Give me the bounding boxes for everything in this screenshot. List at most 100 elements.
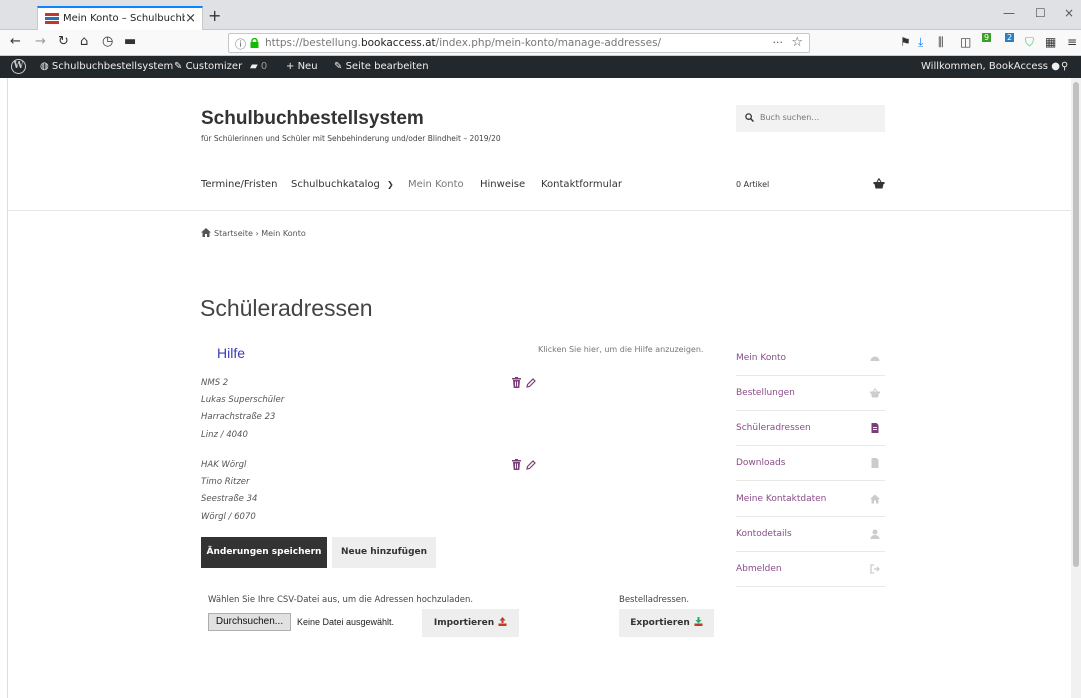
dashboard-gauge-icon: ◍ [40,61,49,72]
site-description: für Schülerinnen und Schüler mit Sehbehi… [201,134,501,143]
account-nav-label: Bestellungen [736,388,795,398]
shield-icon[interactable]: ⛉ [1025,35,1034,50]
nav-item-kontaktformular[interactable]: Kontaktformular [541,179,622,190]
reader-icon[interactable]: ⚑ [900,35,911,49]
page-title: Schüleradressen [200,295,373,321]
breadcrumb-separator: › [255,229,259,238]
library-icon[interactable]: ▬ [124,34,136,49]
file-browse-button[interactable]: Durchsuchen... [208,613,291,631]
account-nav-label: Abmelden [736,564,782,574]
csv-upload-label: Wählen Sie Ihre CSV-Datei aus, um die Ad… [208,595,474,605]
reload-icon[interactable]: ↻ [58,34,69,49]
nav-item-schulbuchkatalog-label: Schulbuchkatalog [291,179,380,190]
new-tab-icon[interactable]: + [208,6,221,25]
admin-site-link[interactable]: ◍ Schulbuchbestellsystem [40,61,173,72]
admin-site-name: Schulbuchbestellsystem [51,61,174,72]
browser-toolbar: ← → ↻ ⌂ ◷ ▬ ⓘ https://bestellung.bookacc… [0,30,1081,56]
extension-badge-green[interactable]: 9 [982,33,992,42]
admin-customizer-link[interactable]: ✎ Customizer [174,61,242,72]
url-path: /index.php/mein-konto/manage-addresses/ [435,37,662,49]
menu-icon[interactable]: ≡ [1067,35,1077,49]
nav-item-mein-konto[interactable]: Mein Konto [408,179,464,190]
breadcrumb-current: Mein Konto [261,229,306,238]
file-icon [871,458,879,468]
nav-item-schulbuchkatalog[interactable]: Schulbuchkatalog ❯ [291,179,394,190]
account-nav-contact-data[interactable]: Meine Kontaktdaten [736,482,885,517]
forward-icon[interactable]: → [35,34,46,49]
search-input[interactable]: Buch suchen… [736,105,885,132]
admin-greeting: Willkommen, BookAccess [921,61,1049,72]
tab-close-icon[interactable]: × [185,11,196,26]
account-nav-label: Downloads [736,458,786,468]
admin-account-link[interactable]: Willkommen, BookAccess ● [921,61,1060,72]
header-divider [8,210,1071,211]
history-icon[interactable]: ◷ [102,34,113,49]
home-icon[interactable]: ⌂ [80,34,88,49]
browser-tab[interactable]: Mein Konto – Schulbuchbestell × [37,6,203,30]
pencil-icon: ✎ [334,61,343,72]
wp-admin-bar: W ◍ Schulbuchbestellsystem ✎ Customizer … [0,56,1081,78]
plus-icon: + [286,61,295,72]
page-scrollbar-thumb[interactable] [1073,82,1079,567]
admin-comments-count: 0 [260,61,268,72]
extension-badge-blue[interactable]: 2 [1005,33,1015,42]
address-city: Wörgl / 6070 [201,512,256,522]
address-street: Harrachstraße 23 [201,412,276,422]
sidebar-icon[interactable]: ◫ [960,35,971,49]
extensions-icon[interactable]: ▦ [1045,35,1056,49]
window-close-icon[interactable]: × [1064,6,1074,20]
url-domain: bookaccess.at [360,37,436,49]
comment-icon: ▰ [250,61,258,72]
basket-icon [870,388,880,398]
cart-count[interactable]: 0 Artikel [736,180,769,189]
add-address-button[interactable]: Neue hinzufügen [332,537,436,568]
basket-icon[interactable] [873,178,885,189]
lock-icon[interactable] [250,38,259,48]
admin-new-link[interactable]: + Neu [286,61,318,72]
page-left-border [7,78,8,698]
trash-icon[interactable] [512,377,521,388]
breadcrumb-home[interactable]: Startseite [214,229,253,238]
tab-title: Mein Konto – Schulbuchbestell [63,13,185,24]
back-icon[interactable]: ← [10,34,21,49]
admin-edit-page-link[interactable]: ✎ Seite bearbeiten [334,61,429,72]
account-nav-label: Meine Kontaktdaten [736,494,827,504]
save-changes-button[interactable]: Änderungen speichern [201,537,327,568]
wordpress-logo-icon[interactable]: W [11,59,26,74]
admin-edit-page-label: Seite bearbeiten [345,61,429,72]
export-button[interactable]: Exportieren [619,609,714,637]
import-button[interactable]: Importieren [422,609,519,637]
admin-comments-link[interactable]: ▰ 0 [250,61,267,72]
admin-search-icon[interactable]: ⚲ [1061,61,1068,72]
url-bar[interactable]: ⓘ https://bestellung.bookaccess.at/index… [228,33,810,53]
info-icon[interactable]: ⓘ [235,36,246,52]
nav-item-hinweise[interactable]: Hinweise [480,179,525,190]
minimize-icon[interactable]: — [1003,6,1015,20]
edit-pencil-icon[interactable] [526,460,536,470]
search-placeholder: Buch suchen… [760,113,820,122]
address-school: NMS 2 [201,378,229,388]
edit-pencil-icon[interactable] [526,378,536,388]
help-link[interactable]: Hilfe [217,345,245,361]
page-actions-icon[interactable]: ··· [773,36,784,49]
account-nav-logout[interactable]: Abmelden [736,552,885,587]
account-nav-student-addresses[interactable]: Schüleradressen [736,411,885,446]
account-nav-orders[interactable]: Bestellungen [736,376,885,411]
url-prefix: https://bestellung. [265,37,361,49]
help-hint[interactable]: Klicken Sie hier, um die Hilfe anzuzeige… [538,345,703,354]
upload-icon [498,617,507,626]
home-icon [870,494,880,504]
breadcrumb: Startseite › Mein Konto [201,228,306,238]
chevron-down-icon: ❯ [387,180,394,189]
trash-icon[interactable] [512,459,521,470]
download-icon[interactable]: ⤓ [918,35,923,50]
account-nav-account-details[interactable]: Kontodetails [736,517,885,552]
site-title[interactable]: Schulbuchbestellsystem [201,108,424,130]
bookmark-star-icon[interactable]: ☆ [791,35,803,50]
nav-item-termine[interactable]: Termine/Fristen [201,179,277,190]
account-nav-dashboard[interactable]: Mein Konto [736,341,885,376]
maximize-icon[interactable]: ☐ [1035,6,1046,20]
library-shelf-icon[interactable]: ⫼ [938,35,944,50]
import-label: Importieren [433,618,495,628]
account-nav-downloads[interactable]: Downloads [736,446,885,481]
